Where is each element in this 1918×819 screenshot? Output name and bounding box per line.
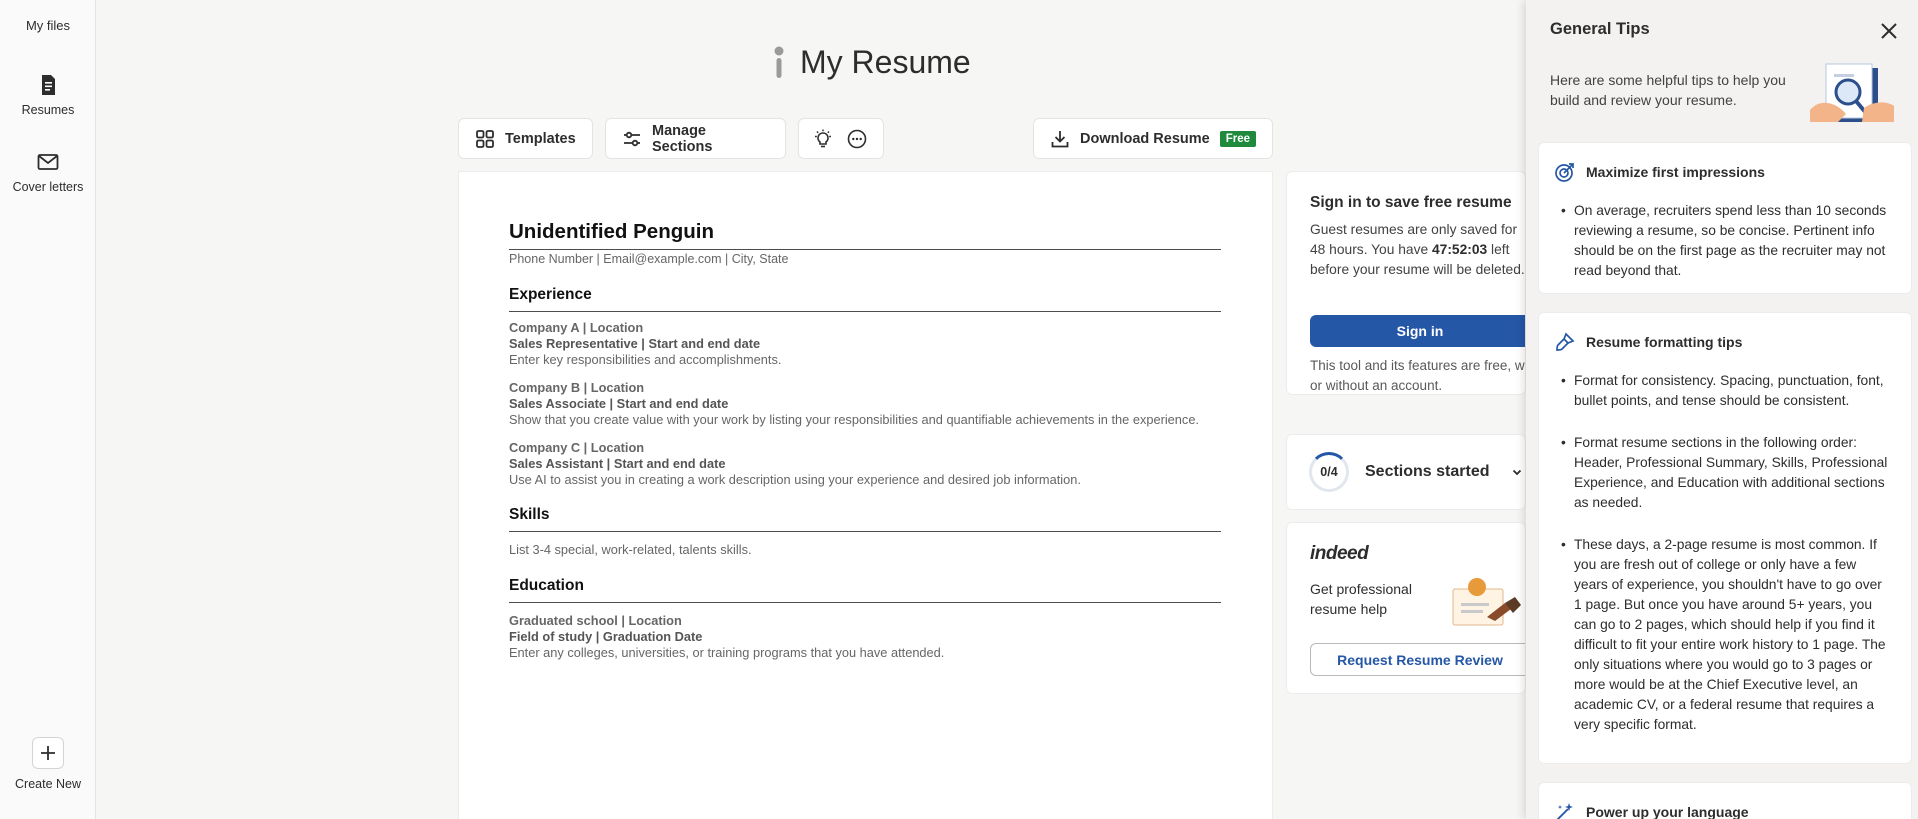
tip-card-title: Power up your language <box>1586 804 1749 819</box>
grid-icon <box>476 129 494 148</box>
entry-description: Enter key responsibilities and accomplis… <box>509 352 782 367</box>
entry-school: Graduated school | Location <box>509 613 682 628</box>
more-options-icon[interactable] <box>847 129 867 149</box>
tip-card: Maximize first impressions On average, r… <box>1538 142 1912 294</box>
entry-field: Field of study | Graduation Date <box>509 629 703 644</box>
tip-list: Format for consistency. Spacing, punctua… <box>1554 371 1893 735</box>
templates-button[interactable]: Templates <box>458 118 593 159</box>
sign-in-card-title: Sign in to save free resume <box>1310 194 1512 211</box>
page-title-text: My Resume <box>800 43 971 80</box>
divider <box>509 249 1221 250</box>
magic-wand-icon <box>1556 803 1573 819</box>
resume-preview[interactable]: Unidentified Penguin Phone Number | Emai… <box>458 171 1273 819</box>
experience-entry: Company B | Location Sales Associate | S… <box>509 380 1199 428</box>
resume-help-card: indeed Get professional resume help Requ… <box>1286 522 1526 694</box>
sidebar-item-label: Cover letters <box>12 180 84 194</box>
entry-company: Company B | Location <box>509 380 645 395</box>
sign-in-card-text: Guest resumes are only saved for 48 hour… <box>1310 222 1525 277</box>
resume-magnifier-illustration-icon <box>1810 63 1894 122</box>
progress-ring: 0/4 <box>1309 452 1349 492</box>
templates-label: Templates <box>505 130 576 147</box>
tip-list: On average, recruiters spend less than 1… <box>1554 201 1893 281</box>
tips-intro: Here are some helpful tips to help you b… <box>1550 72 1786 108</box>
sections-started-label: Sections started <box>1365 463 1490 480</box>
sliders-icon <box>624 131 640 146</box>
tip-item: Format for consistency. Spacing, punctua… <box>1561 371 1893 411</box>
general-tips-panel: General Tips Here are some helpful tips … <box>1526 0 1918 819</box>
resume-help-text: Get professional resume help <box>1310 581 1412 617</box>
tip-item: Format resume sections in the following … <box>1561 433 1893 513</box>
indeed-i-logo-icon <box>774 46 784 78</box>
tips-panel-title: General Tips <box>1550 20 1650 38</box>
sign-in-button[interactable]: Sign in <box>1310 315 1525 347</box>
plus-icon <box>32 737 64 769</box>
sidebar-item-label: Resumes <box>21 103 75 117</box>
experience-entry: Company A | Location Sales Representativ… <box>509 320 781 368</box>
entry-role: Sales Assistant | Start and end date <box>509 456 726 471</box>
document-icon <box>42 75 55 95</box>
left-sidebar: My files Resumes Cover letters Create Ne… <box>0 0 96 819</box>
education-entry: Graduated school | Location Field of stu… <box>509 613 944 661</box>
divider <box>509 602 1221 603</box>
my-files-label: My files <box>25 18 71 33</box>
tip-card-header: Power up your language <box>1554 801 1893 819</box>
tip-card: Resume formatting tips Format for consis… <box>1538 312 1912 764</box>
request-resume-review-button[interactable]: Request Resume Review <box>1310 643 1525 676</box>
sidebar-item-cover-letters[interactable]: Cover letters <box>0 150 96 194</box>
create-new-button[interactable]: Create New <box>0 737 96 791</box>
tip-card-header: Resume formatting tips <box>1554 331 1893 353</box>
free-badge: Free <box>1219 130 1256 147</box>
sign-in-note: This tool and its features are free, wit… <box>1310 358 1526 393</box>
lightbulb-icon[interactable] <box>813 129 833 149</box>
tools-button-group <box>798 118 884 159</box>
tip-card-title: Resume formatting tips <box>1586 334 1743 350</box>
envelope-icon <box>37 154 59 170</box>
entry-role: Sales Representative | Start and end dat… <box>509 336 761 351</box>
resume-name: Unidentified Penguin <box>509 220 714 243</box>
target-icon <box>1555 163 1574 182</box>
divider <box>509 531 1221 532</box>
page-title: My Resume <box>768 40 971 84</box>
education-heading: Education <box>509 577 584 594</box>
tip-item: On average, recruiters spend less than 1… <box>1561 201 1893 281</box>
download-icon <box>1051 130 1069 147</box>
chevron-down-icon <box>1513 469 1522 476</box>
entry-description: Use AI to assist you in creating a work … <box>509 472 1081 487</box>
entry-role: Sales Associate | Start and end date <box>509 396 729 411</box>
tip-card-title: Maximize first impressions <box>1586 164 1765 180</box>
skills-heading: Skills <box>509 506 550 523</box>
entry-description: Show that you create value with your wor… <box>509 412 1199 427</box>
entry-company: Company A | Location <box>509 320 644 335</box>
skills-text: List 3-4 special, work-related, talents … <box>509 542 752 557</box>
paintbrush-icon <box>1556 332 1575 351</box>
sidebar-item-resumes[interactable]: Resumes <box>0 73 96 117</box>
entry-company: Company C | Location <box>509 440 645 455</box>
sign-in-card: Sign in to save free resume Guest resume… <box>1286 171 1526 395</box>
manage-sections-label: Manage Sections <box>652 122 713 155</box>
tip-item: These days, a 2-page resume is most comm… <box>1561 535 1893 735</box>
tip-card: Power up your language <box>1538 782 1912 819</box>
entry-description: Enter any colleges, universities, or tra… <box>509 645 945 660</box>
manage-sections-button[interactable]: Manage Sections <box>605 118 786 159</box>
resume-contact: Phone Number | Email@example.com | City,… <box>509 252 789 266</box>
sections-started-card[interactable]: 0/4 Sections started <box>1286 434 1526 510</box>
time-left: 47:52:03 <box>1431 242 1488 257</box>
download-resume-label: Download Resume <box>1080 130 1210 147</box>
resume-review-illustration-icon <box>1452 578 1521 626</box>
experience-heading: Experience <box>509 286 592 303</box>
experience-entry: Company C | Location Sales Assistant | S… <box>509 440 1081 488</box>
create-new-label: Create New <box>15 777 81 791</box>
divider <box>509 311 1221 312</box>
close-icon[interactable] <box>1878 20 1900 42</box>
tip-card-header: Maximize first impressions <box>1554 161 1893 183</box>
download-resume-button[interactable]: Download Resume Free <box>1033 118 1273 159</box>
indeed-logo: indeed <box>1310 543 1369 564</box>
